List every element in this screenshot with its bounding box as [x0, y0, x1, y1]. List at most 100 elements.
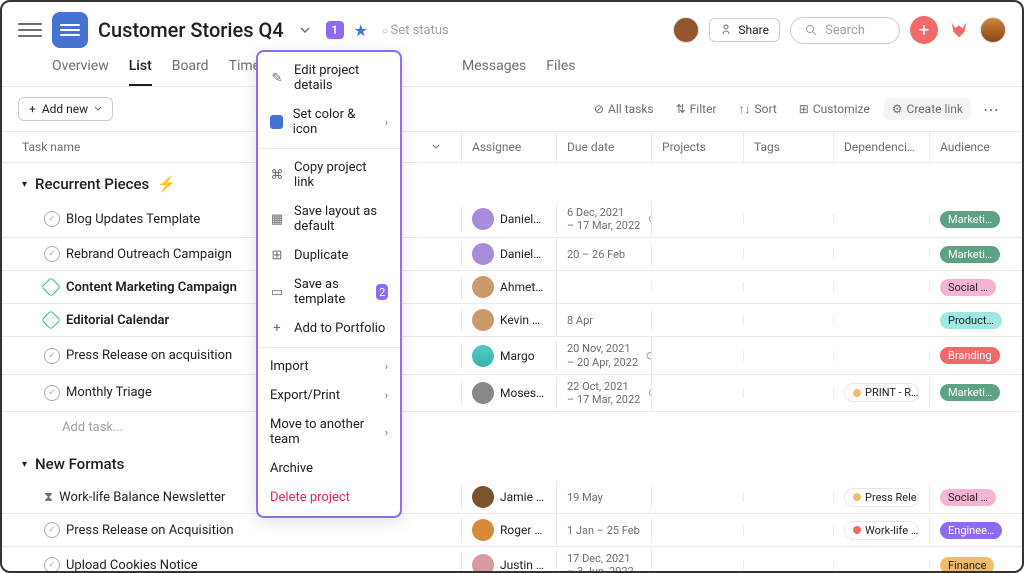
- menu-archive[interactable]: Archive: [258, 454, 400, 483]
- complete-icon[interactable]: ✓: [44, 246, 60, 262]
- audience-pill[interactable]: Marketi…: [940, 211, 1000, 228]
- sort-button[interactable]: ↑↓Sort: [731, 98, 785, 120]
- menu-set-color[interactable]: Set color & icon›: [258, 100, 400, 144]
- table-row[interactable]: Content Marketing Campaign Ahmet Aslan S…: [2, 271, 1022, 304]
- dependency-pill[interactable]: Work-life …: [844, 521, 919, 540]
- mascot-icon[interactable]: [948, 19, 970, 41]
- complete-icon[interactable]: ✓: [44, 385, 60, 401]
- assignee-avatar[interactable]: [472, 208, 494, 230]
- all-tasks-button[interactable]: ⊘All tasks: [586, 98, 662, 120]
- more-actions[interactable]: ⋯: [977, 100, 1006, 119]
- hourglass-icon: ⧗: [44, 490, 53, 505]
- complete-icon[interactable]: ✓: [44, 522, 60, 538]
- add-new-button[interactable]: + Add new: [18, 97, 113, 121]
- star-icon[interactable]: ★: [354, 21, 368, 40]
- menu-save-template[interactable]: ▭Save as template2: [258, 270, 400, 314]
- plus-icon: +: [270, 322, 284, 336]
- set-status-button[interactable]: Set status: [382, 23, 449, 38]
- create-link-button[interactable]: ⚙Create link: [884, 98, 971, 120]
- add-button[interactable]: +: [910, 16, 938, 44]
- table-row[interactable]: ⧗Work-life Balance Newsletter Jamie Stap…: [2, 481, 1022, 514]
- tab-files[interactable]: Files: [546, 58, 575, 86]
- complete-icon[interactable]: ✓: [44, 211, 60, 227]
- section-header[interactable]: ▾ New Formats: [2, 443, 1022, 481]
- search-input[interactable]: Search: [790, 17, 900, 44]
- assignee-avatar[interactable]: [472, 309, 494, 331]
- column-projects[interactable]: Projects: [652, 132, 744, 162]
- menu-import[interactable]: Import›: [258, 352, 400, 381]
- notification-badge[interactable]: 1: [326, 21, 344, 39]
- customize-button[interactable]: ⊞Customize: [791, 98, 878, 120]
- complete-icon[interactable]: ✓: [44, 348, 60, 364]
- audience-pill[interactable]: Branding: [940, 347, 1000, 364]
- audience-pill[interactable]: Marketi…: [940, 246, 1000, 263]
- table-row[interactable]: ✓Press Release on Acquisition Roger Ray……: [2, 514, 1022, 547]
- task-name: Content Marketing Campaign: [66, 280, 237, 295]
- member-avatar[interactable]: [673, 17, 699, 43]
- assignee-avatar[interactable]: [472, 345, 494, 367]
- column-due-date[interactable]: Due date: [557, 132, 652, 162]
- dependency-pill[interactable]: PRINT - R…: [844, 383, 919, 402]
- table-row[interactable]: Editorial Calendar Kevin New… 8 Apr Prod…: [2, 304, 1022, 337]
- table-row[interactable]: ✓Rebrand Outreach Campaign Daniela Var… …: [2, 238, 1022, 271]
- table-row[interactable]: ✓Monthly Triage Moses Fidel 22 Oct, 2021…: [2, 375, 1022, 412]
- table-row[interactable]: ✓Blog Updates Template Daniela Var… 6 De…: [2, 201, 1022, 238]
- audience-pill[interactable]: Marketi…: [940, 384, 1000, 401]
- assignee-avatar[interactable]: [472, 554, 494, 573]
- column-assignee[interactable]: Assignee: [462, 132, 557, 162]
- milestone-icon[interactable]: [41, 310, 61, 330]
- divider: [258, 148, 400, 149]
- filter-button[interactable]: ⇅Filter: [668, 98, 725, 120]
- tab-messages[interactable]: Messages: [462, 58, 526, 86]
- assignee-name: Kevin New…: [500, 313, 546, 327]
- assignee-avatar[interactable]: [472, 243, 494, 265]
- menu-toggle[interactable]: [18, 18, 42, 42]
- share-button[interactable]: Share: [709, 18, 780, 42]
- assignee-avatar[interactable]: [472, 276, 494, 298]
- column-tags[interactable]: Tags: [744, 132, 834, 162]
- audience-pill[interactable]: Enginee…: [940, 522, 1002, 539]
- column-audience[interactable]: Audience: [930, 132, 1022, 162]
- task-name: Upload Cookies Notice: [66, 558, 198, 573]
- status-dot: [853, 389, 861, 397]
- complete-icon[interactable]: ✓: [44, 557, 60, 573]
- task-name: Rebrand Outreach Campaign: [66, 247, 232, 262]
- menu-delete-project[interactable]: Delete project: [258, 483, 400, 512]
- chevron-right-icon: ›: [385, 426, 388, 439]
- project-icon[interactable]: [52, 12, 88, 48]
- add-task-button[interactable]: Add task...: [2, 412, 1022, 443]
- audience-pill[interactable]: Finance: [940, 557, 994, 573]
- section-title: New Formats: [35, 455, 124, 473]
- section-header[interactable]: ▾Recurrent Pieces⚡: [2, 163, 1022, 201]
- audience-pill[interactable]: Social …: [940, 489, 996, 506]
- section-title: Recurrent Pieces: [35, 175, 149, 193]
- tab-list[interactable]: List: [129, 58, 152, 86]
- menu-export[interactable]: Export/Print›: [258, 381, 400, 410]
- audience-pill[interactable]: Social …: [940, 279, 996, 296]
- assignee-avatar[interactable]: [472, 486, 494, 508]
- milestone-icon[interactable]: [41, 277, 61, 297]
- dependency-pill[interactable]: Press Rele…: [844, 488, 919, 507]
- user-avatar[interactable]: [980, 17, 1006, 43]
- menu-duplicate[interactable]: ⊞Duplicate: [258, 241, 400, 270]
- collapse-icon: ▾: [22, 459, 27, 470]
- audience-pill[interactable]: Product…: [940, 312, 1002, 329]
- assignee-avatar[interactable]: [472, 519, 494, 541]
- tab-overview[interactable]: Overview: [52, 58, 109, 86]
- menu-move-team[interactable]: Move to another team›: [258, 410, 400, 454]
- menu-add-portfolio[interactable]: +Add to Portfolio: [258, 314, 400, 343]
- table-row[interactable]: ✓Upload Cookies Notice Justin Dean 17 De…: [2, 547, 1022, 573]
- table-row[interactable]: ✓Press Release on acquisition Margo 20 N…: [2, 337, 1022, 374]
- menu-copy-link[interactable]: ⌘Copy project link: [258, 153, 400, 197]
- sort-icon: ↑↓: [739, 102, 751, 116]
- project-menu-chevron[interactable]: [294, 19, 316, 41]
- tab-board[interactable]: Board: [172, 58, 209, 86]
- menu-save-layout[interactable]: ▦Save layout as default: [258, 197, 400, 241]
- divider: [258, 347, 400, 348]
- template-badge: 2: [376, 284, 388, 300]
- plus-icon: +: [29, 102, 36, 116]
- column-dependencies[interactable]: Dependenci…: [834, 132, 930, 162]
- assignee-avatar[interactable]: [472, 382, 494, 404]
- menu-edit-details[interactable]: ✎Edit project details: [258, 56, 400, 100]
- task-name: Editorial Calendar: [66, 313, 169, 328]
